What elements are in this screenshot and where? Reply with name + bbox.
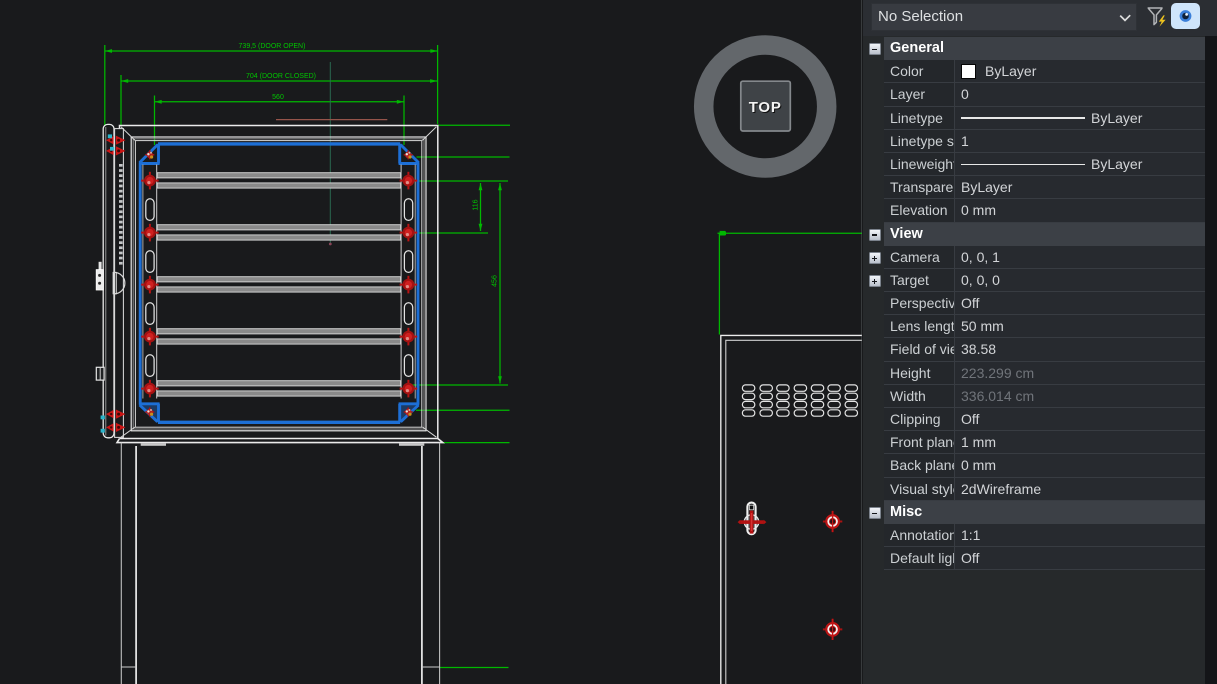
svg-text:560: 560	[272, 94, 284, 101]
svg-text:TOP: TOP	[749, 99, 782, 116]
svg-text:704 (DOOR CLOSED): 704 (DOOR CLOSED)	[246, 73, 316, 80]
svg-text:116: 116	[473, 199, 480, 210]
svg-text:739,5 (DOOR OPEN): 739,5 (DOOR OPEN)	[239, 43, 306, 50]
svg-text:456: 456	[492, 275, 499, 287]
